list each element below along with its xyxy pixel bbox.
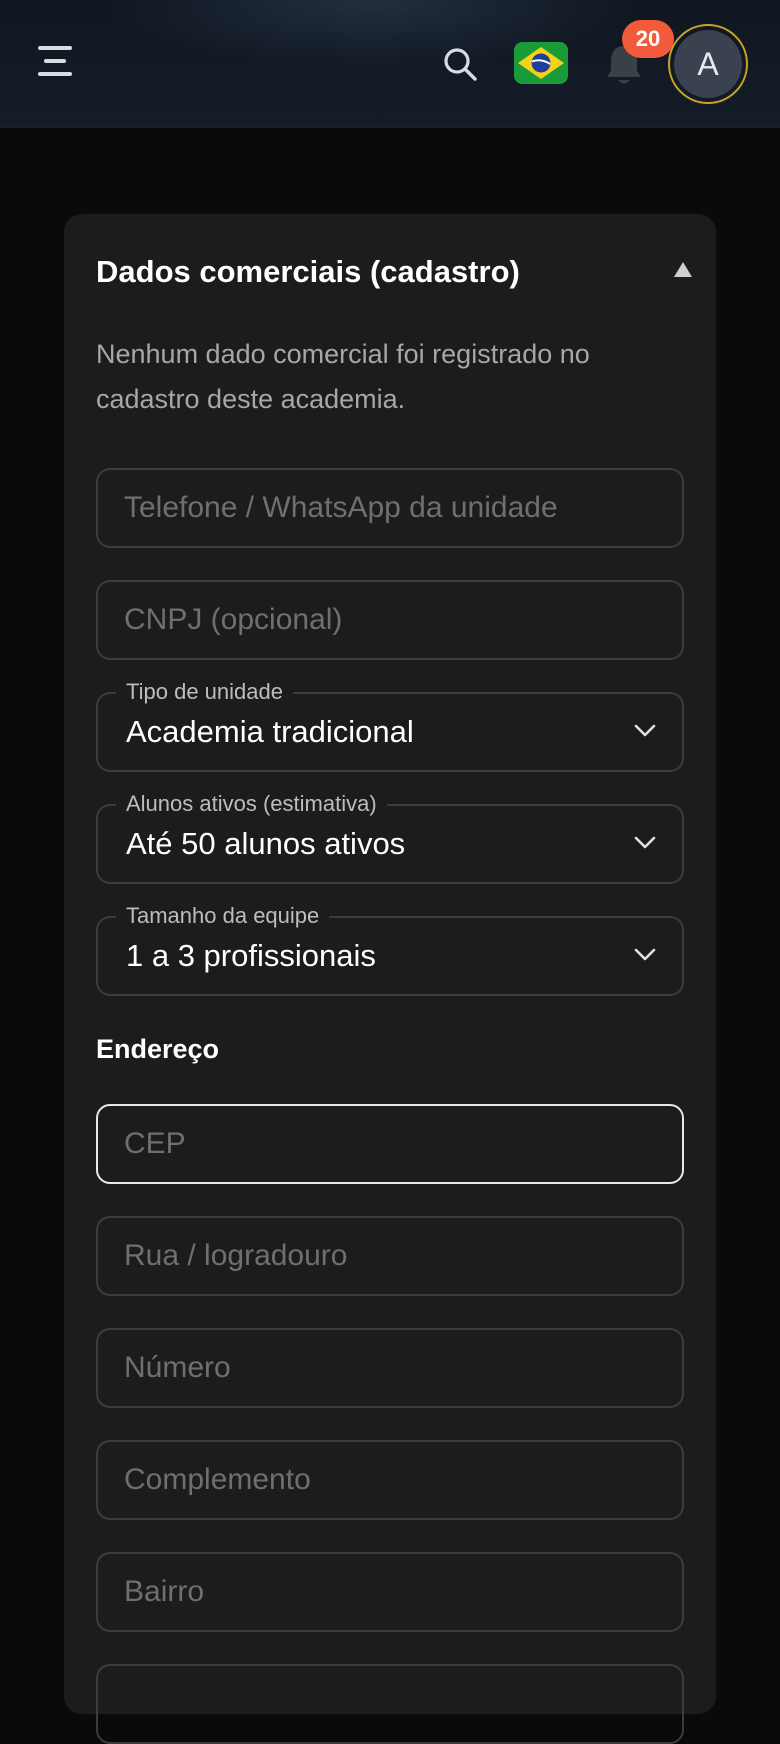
notification-count-badge: 20 <box>622 20 674 58</box>
phone-field[interactable] <box>96 468 684 548</box>
street-field[interactable] <box>96 1216 684 1296</box>
district-field[interactable] <box>96 1552 684 1632</box>
user-avatar[interactable]: A <box>668 24 748 104</box>
next-field[interactable] <box>96 1664 684 1744</box>
address-heading: Endereço <box>96 1034 220 1064</box>
team-size-label: Tamanho da equipe <box>116 903 330 929</box>
cnpj-field[interactable] <box>96 580 684 660</box>
unit-type-select[interactable]: Tipo de unidade Academia tradicional <box>96 679 684 772</box>
cep-field[interactable] <box>96 1104 684 1184</box>
phone-input[interactable] <box>98 470 682 546</box>
chevron-down-icon <box>634 724 656 737</box>
cnpj-input[interactable] <box>98 582 682 658</box>
caret-up-icon[interactable] <box>672 260 694 280</box>
cep-input[interactable] <box>98 1106 682 1182</box>
number-field[interactable] <box>96 1328 684 1408</box>
district-input[interactable] <box>98 1554 682 1630</box>
active-students-value: Até 50 alunos ativos <box>126 826 406 861</box>
complement-field[interactable] <box>96 1440 684 1520</box>
brazil-flag-icon[interactable] <box>514 42 568 84</box>
commercial-data-card: Dados comerciais (cadastro) Nenhum dado … <box>64 214 716 1744</box>
section-title: Dados comerciais (cadastro) <box>96 254 520 289</box>
search-icon[interactable] <box>442 46 478 82</box>
unit-type-value: Academia tradicional <box>126 714 414 749</box>
empty-data-note: Nenhum dado comercial foi registrado no … <box>96 339 590 414</box>
unit-type-label: Tipo de unidade <box>116 679 293 705</box>
hamburger-menu-icon[interactable] <box>38 46 74 80</box>
active-students-select[interactable]: Alunos ativos (estimativa) Até 50 alunos… <box>96 791 684 884</box>
avatar-initial: A <box>674 30 742 98</box>
street-input[interactable] <box>98 1218 682 1294</box>
complement-input[interactable] <box>98 1442 682 1518</box>
team-size-select[interactable]: Tamanho da equipe 1 a 3 profissionais <box>96 903 684 996</box>
team-size-value: 1 a 3 profissionais <box>126 938 376 973</box>
chevron-down-icon <box>634 948 656 961</box>
number-input[interactable] <box>98 1330 682 1406</box>
chevron-down-icon <box>634 836 656 849</box>
active-students-label: Alunos ativos (estimativa) <box>116 791 387 817</box>
top-bar: 20 A <box>0 0 780 128</box>
